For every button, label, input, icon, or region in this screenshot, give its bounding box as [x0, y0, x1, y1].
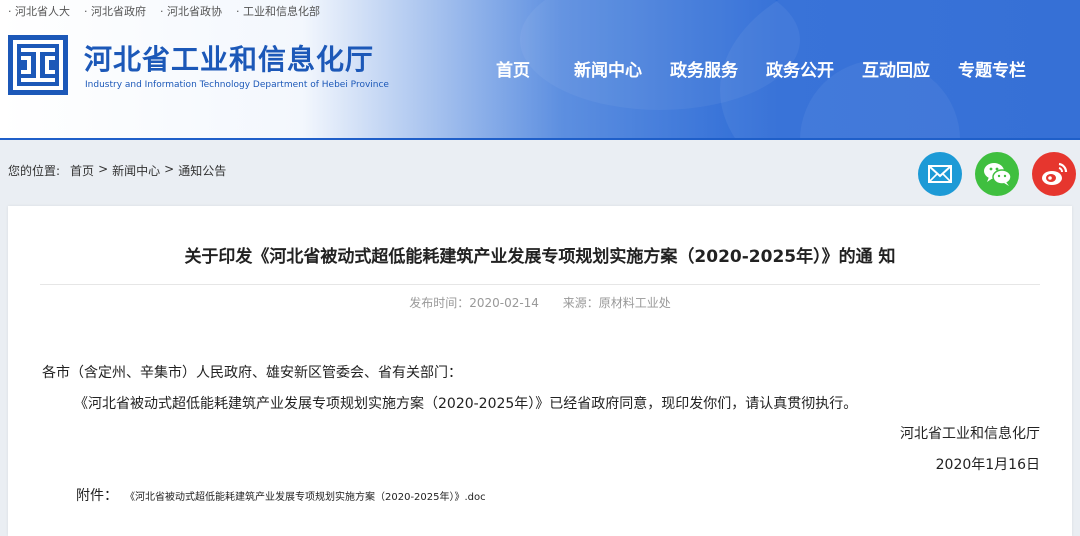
- article-title: 关于印发《河北省被动式超低能耗建筑产业发展专项规划实施方案（2020-2025年…: [184, 247, 896, 267]
- breadcrumb-separator: >: [164, 162, 175, 176]
- article-sign-date: 2020年1月16日: [935, 457, 1040, 473]
- nav-item-interaction[interactable]: 互动回应: [862, 56, 930, 81]
- share-weibo-button[interactable]: [1032, 152, 1076, 196]
- article-panel: 关于印发《河北省被动式超低能耗建筑产业发展专项规划实施方案（2020-2025年…: [8, 206, 1072, 536]
- attachment-label: 附件：: [76, 488, 118, 504]
- nav-item-topics[interactable]: 专题专栏: [958, 56, 1026, 81]
- article-meta: 发布时间：2020-02-14 来源：原材料工业处: [8, 294, 1072, 311]
- nav-item-disclosure[interactable]: 政务公开: [766, 56, 834, 81]
- breadcrumb-item-home[interactable]: 首页: [70, 162, 94, 179]
- site-logo-icon[interactable]: [7, 34, 69, 96]
- attachment-link[interactable]: 《河北省被动式超低能耗建筑产业发展专项规划实施方案（2020-2025年）》.d…: [125, 488, 486, 503]
- main-nav: 首页 新闻中心 政务服务 政务公开 互动回应 专题专栏: [478, 56, 1026, 81]
- breadcrumb-item-notices[interactable]: 通知公告: [178, 162, 226, 179]
- breadcrumb-label: 您的位置:: [8, 164, 61, 178]
- top-link[interactable]: · 工业和信息化部: [236, 3, 320, 19]
- title-divider: [40, 284, 1040, 285]
- article-salutation: 各市（含定州、辛集市）人民政府、雄安新区管委会、省有关部门：: [42, 365, 462, 381]
- site-header: · 河北省人大 · 河北省政府 · 河北省政协 · 工业和信息化部 河北省工业和…: [0, 0, 1080, 140]
- nav-item-services[interactable]: 政务服务: [670, 56, 738, 81]
- site-name[interactable]: 河北省工业和信息化厅: [84, 38, 374, 78]
- breadcrumb-separator: >: [98, 162, 109, 176]
- top-link[interactable]: · 河北省政协: [160, 3, 222, 19]
- article-body: 《河北省被动式超低能耗建筑产业发展专项规划实施方案（2020-2025年）》已经…: [74, 396, 858, 412]
- breadcrumb-item-news[interactable]: 新闻中心: [112, 162, 160, 179]
- nav-item-home[interactable]: 首页: [496, 56, 530, 81]
- top-links: · 河北省人大 · 河北省政府 · 河北省政协 · 工业和信息化部: [8, 3, 320, 19]
- site-name-en: Industry and Information Technology Depa…: [85, 80, 389, 90]
- publish-date: 发布时间：2020-02-14: [409, 296, 539, 310]
- top-link[interactable]: · 河北省人大: [8, 3, 70, 19]
- email-icon: [928, 165, 952, 183]
- share-email-button[interactable]: [918, 152, 962, 196]
- article-signer: 河北省工业和信息化厅: [900, 426, 1040, 442]
- share-wechat-button[interactable]: [975, 152, 1019, 196]
- nav-item-news[interactable]: 新闻中心: [574, 56, 642, 81]
- breadcrumb: 您的位置: 首页 > 新闻中心 > 通知公告: [8, 162, 226, 179]
- weibo-icon: [1042, 162, 1068, 185]
- article-source: 来源：原材料工业处: [562, 296, 671, 310]
- wechat-icon: [984, 163, 1012, 186]
- top-link[interactable]: · 河北省政府: [84, 3, 146, 19]
